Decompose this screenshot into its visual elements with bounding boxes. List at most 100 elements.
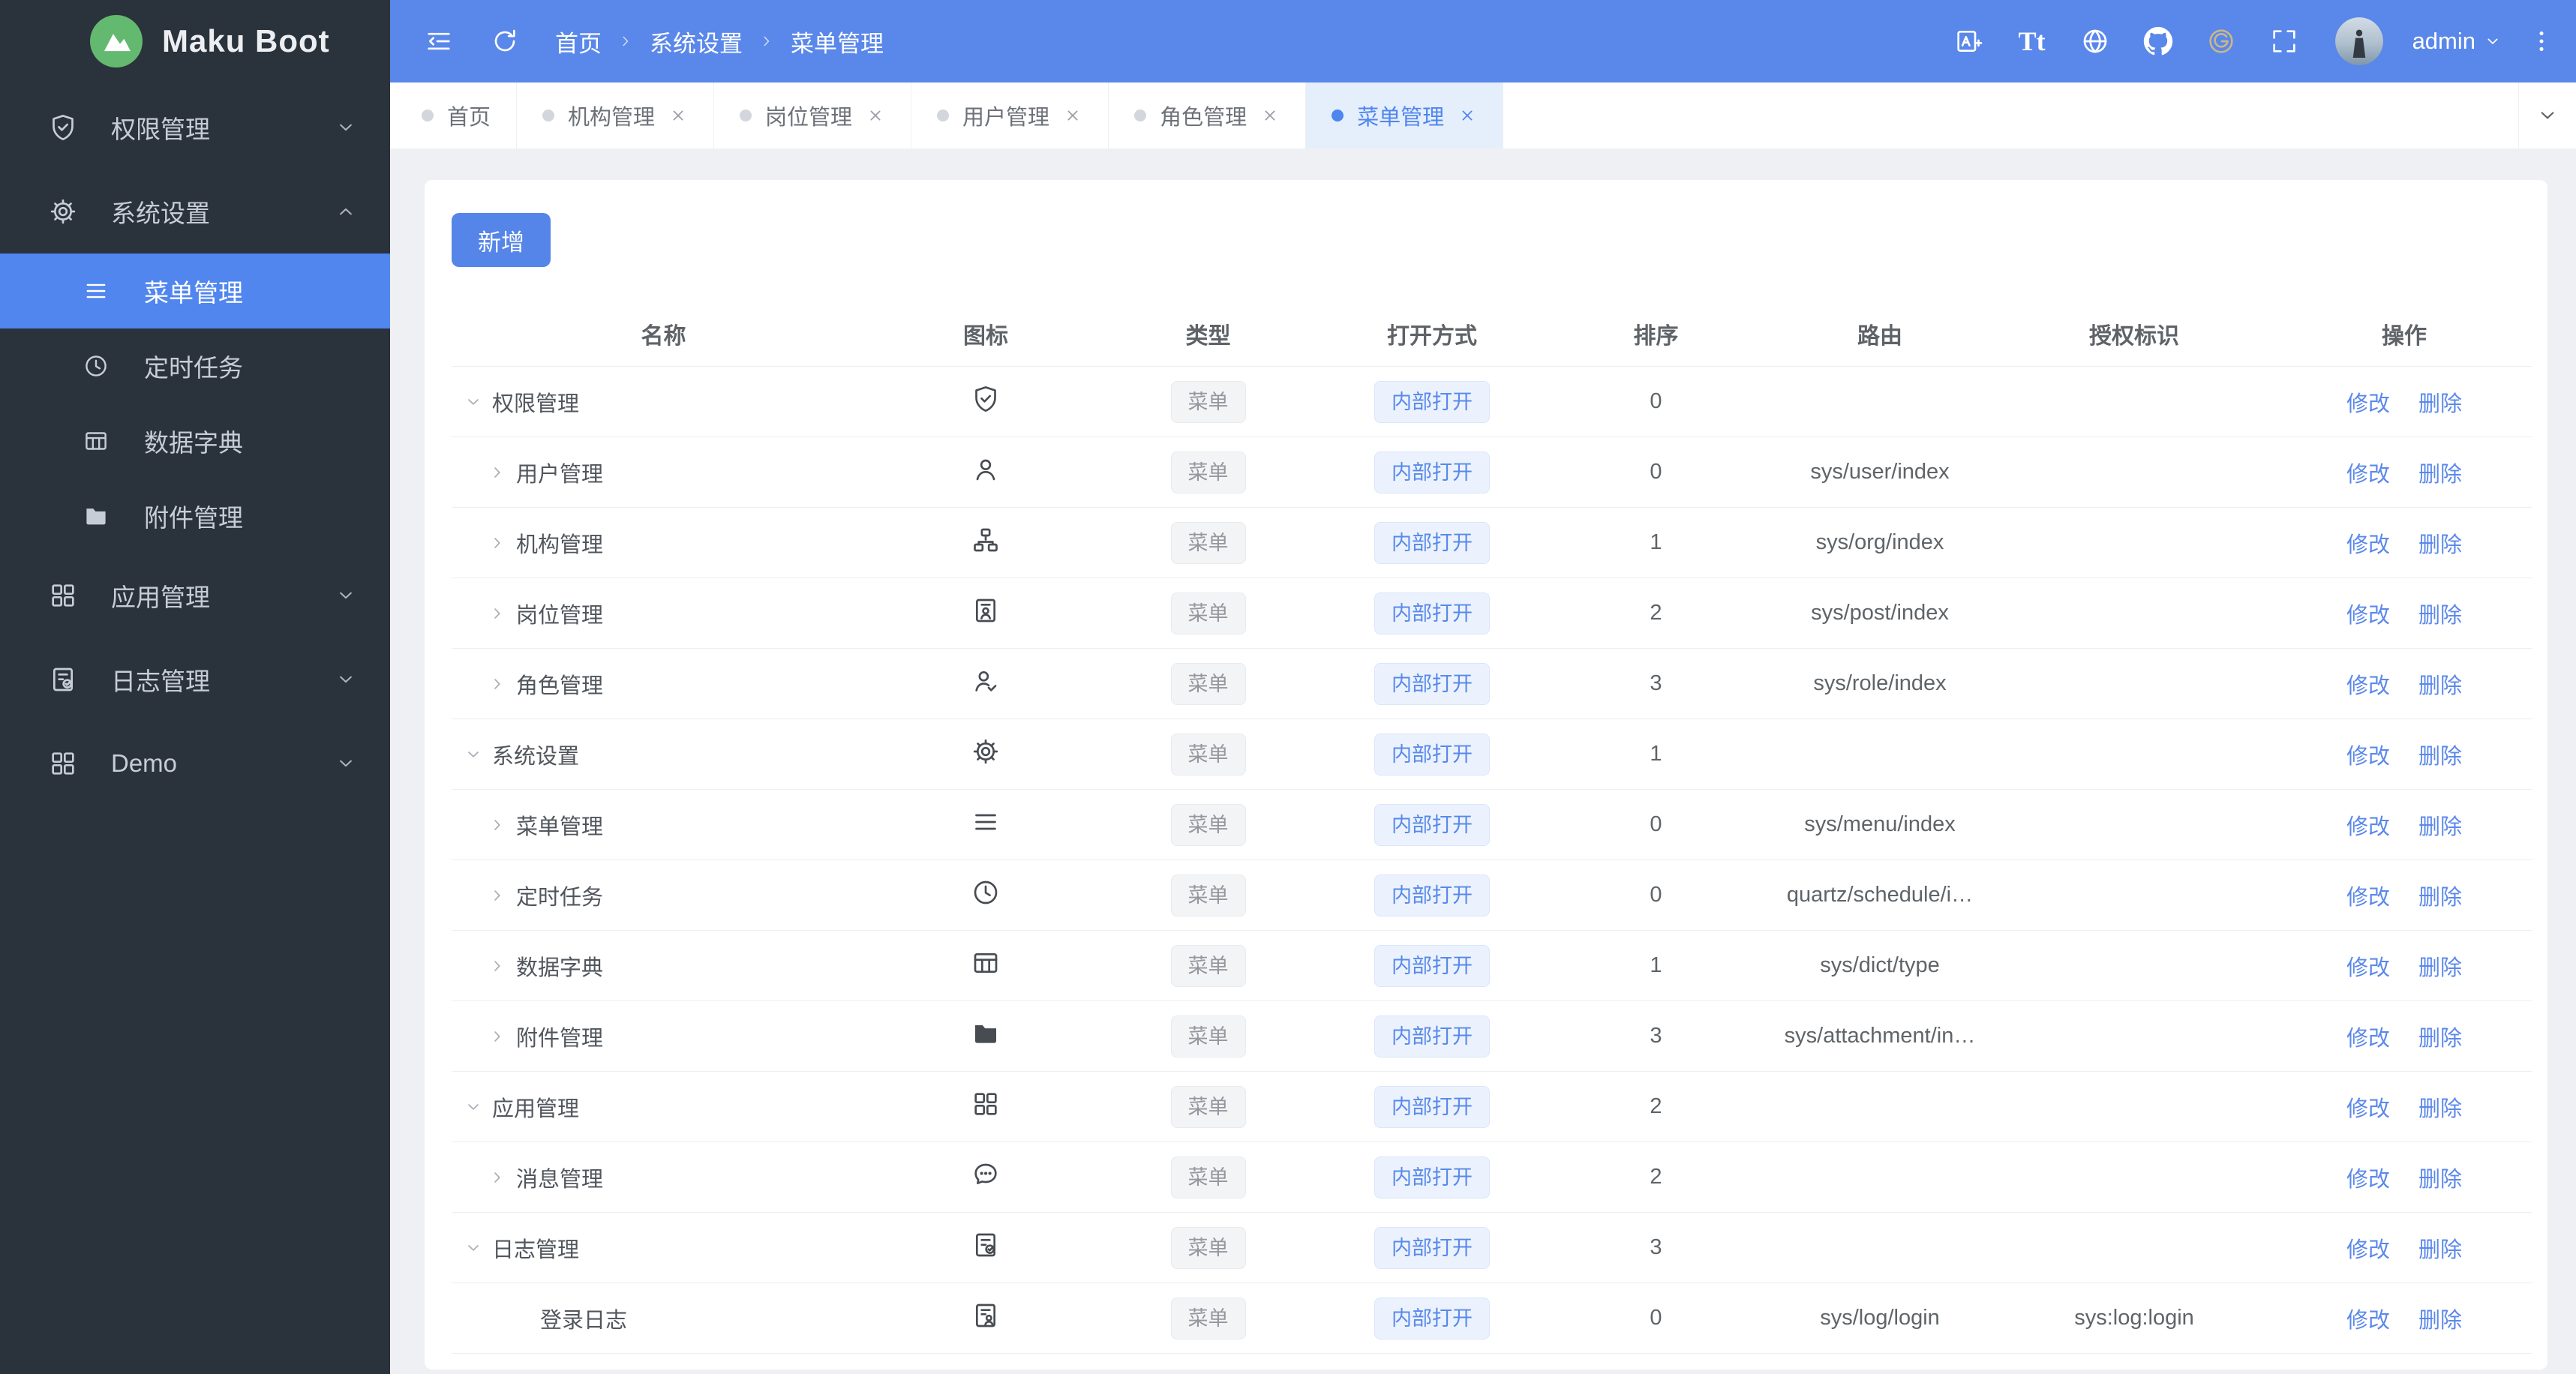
sidebar-item-应用管理[interactable]: 应用管理	[0, 554, 390, 638]
chevron-right-icon[interactable]	[488, 604, 507, 623]
user-icon	[971, 454, 1001, 484]
close-icon[interactable]	[668, 106, 688, 125]
close-icon[interactable]	[866, 106, 885, 125]
table-icon	[971, 948, 1001, 978]
open-cell: 内部打开	[1320, 1212, 1544, 1283]
collapse-sidebar-button[interactable]	[417, 20, 461, 63]
chevron-down-icon[interactable]	[464, 1097, 483, 1117]
tab-机构管理[interactable]: 机构管理	[517, 82, 715, 148]
edit-link[interactable]: 修改	[2346, 674, 2390, 698]
chevron-right-icon[interactable]	[488, 886, 507, 905]
chevron-down-icon[interactable]	[464, 745, 483, 764]
header-button-font-size[interactable]: Tt	[2009, 20, 2055, 63]
chevron-right-icon[interactable]	[488, 674, 507, 694]
sidebar-item-Demo[interactable]: Demo	[0, 722, 390, 806]
chevron-right-icon[interactable]	[488, 463, 507, 482]
delete-link[interactable]: 删除	[2418, 1309, 2462, 1333]
edit-link[interactable]: 修改	[2346, 1097, 2390, 1121]
chevron-down-icon[interactable]	[464, 1238, 483, 1258]
header-button-globe[interactable]	[2072, 20, 2118, 63]
avatar[interactable]	[2334, 16, 2384, 66]
delete-link[interactable]: 删除	[2418, 392, 2462, 416]
delete-link[interactable]: 删除	[2418, 956, 2462, 980]
close-icon[interactable]	[1458, 106, 1477, 125]
user-menu[interactable]: admin	[2412, 28, 2502, 55]
chevron-right-icon[interactable]	[488, 1027, 507, 1046]
add-button[interactable]: 新增	[452, 213, 551, 267]
edit-link[interactable]: 修改	[2346, 1027, 2390, 1051]
edit-link[interactable]: 修改	[2346, 1238, 2390, 1262]
type-cell: 菜单	[1096, 1071, 1320, 1142]
grid-icon	[48, 748, 78, 778]
tab-用户管理[interactable]: 用户管理	[911, 82, 1109, 148]
chevron-right-icon[interactable]	[488, 1168, 507, 1187]
edit-link[interactable]: 修改	[2346, 956, 2390, 980]
type-tag: 菜单	[1170, 1085, 1246, 1128]
delete-link[interactable]: 删除	[2418, 604, 2462, 628]
header-button-gitee[interactable]	[2198, 20, 2244, 63]
edit-link[interactable]: 修改	[2346, 815, 2390, 839]
sidebar-subitem-数据字典[interactable]: 数据字典	[0, 404, 390, 478]
caret-down-icon	[2483, 32, 2502, 51]
edit-link[interactable]: 修改	[2346, 604, 2390, 628]
sidebar-subitem-定时任务[interactable]: 定时任务	[0, 328, 390, 404]
delete-link[interactable]: 删除	[2418, 1238, 2462, 1262]
type-cell: 菜单	[1096, 436, 1320, 508]
delete-link[interactable]: 删除	[2418, 1168, 2462, 1192]
chevron-right-icon[interactable]	[488, 533, 507, 553]
delete-link[interactable]: 删除	[2418, 1097, 2462, 1121]
delete-link[interactable]: 删除	[2418, 815, 2462, 839]
breadcrumb-item-菜单管理[interactable]: 菜单管理	[791, 25, 884, 58]
sort-cell: 3	[1544, 1000, 1768, 1072]
sidebar-subitem-菜单管理[interactable]: 菜单管理	[0, 254, 390, 328]
name-wrap: 日志管理	[452, 1232, 875, 1264]
auth-cell	[1992, 1142, 2277, 1213]
sidebar-subitem-附件管理[interactable]: 附件管理	[0, 478, 390, 554]
chevron-down-icon	[335, 584, 357, 607]
breadcrumb-item-首页[interactable]: 首页	[555, 25, 602, 58]
delete-link[interactable]: 删除	[2418, 1027, 2462, 1051]
sort-value: 2	[1650, 601, 1662, 625]
more-menu-button[interactable]	[2525, 20, 2558, 63]
tab-菜单管理[interactable]: 菜单管理	[1306, 82, 1504, 148]
column-header-类型: 类型	[1096, 302, 1320, 367]
delete-link[interactable]: 删除	[2418, 674, 2462, 698]
edit-link[interactable]: 修改	[2346, 745, 2390, 769]
sidebar-item-系统设置[interactable]: 系统设置	[0, 170, 390, 254]
chevron-right-icon[interactable]	[488, 956, 507, 976]
sort-value: 1	[1650, 953, 1662, 977]
route-cell: sys/menu/index	[1768, 789, 1992, 860]
auth-cell	[1992, 930, 2277, 1001]
sort-cell: 3	[1544, 1212, 1768, 1283]
edit-link[interactable]: 修改	[2346, 392, 2390, 416]
edit-link[interactable]: 修改	[2346, 886, 2390, 910]
type-tag: 菜单	[1170, 733, 1246, 776]
chevron-down-icon[interactable]	[464, 392, 483, 412]
route-cell	[1768, 1071, 1992, 1142]
delete-link[interactable]: 删除	[2418, 463, 2462, 487]
sort-value: 1	[1650, 742, 1662, 766]
refresh-button[interactable]	[483, 20, 527, 63]
delete-link[interactable]: 删除	[2418, 533, 2462, 557]
edit-link[interactable]: 修改	[2346, 533, 2390, 557]
tab-岗位管理[interactable]: 岗位管理	[714, 82, 912, 148]
header-button-github[interactable]	[2135, 20, 2181, 63]
close-icon[interactable]	[1063, 106, 1082, 125]
header-button-translate[interactable]	[1946, 20, 1992, 63]
edit-link[interactable]: 修改	[2346, 1168, 2390, 1192]
sidebar-item-权限管理[interactable]: 权限管理	[0, 86, 390, 170]
edit-link[interactable]: 修改	[2346, 463, 2390, 487]
edit-link[interactable]: 修改	[2346, 1309, 2390, 1333]
breadcrumb-item-系统设置[interactable]: 系统设置	[650, 25, 743, 58]
tab-角色管理[interactable]: 角色管理	[1109, 82, 1307, 148]
sidebar-item-日志管理[interactable]: 日志管理	[0, 638, 390, 722]
type-cell: 菜单	[1096, 860, 1320, 931]
menu-name: 系统设置	[492, 744, 580, 769]
header-button-fullscreen[interactable]	[2261, 20, 2307, 63]
chevron-right-icon[interactable]	[488, 815, 507, 835]
tab-list-dropdown[interactable]	[2518, 82, 2576, 148]
tab-首页[interactable]: 首页	[396, 82, 518, 148]
delete-link[interactable]: 删除	[2418, 745, 2462, 769]
delete-link[interactable]: 删除	[2418, 886, 2462, 910]
close-icon[interactable]	[1260, 106, 1280, 125]
